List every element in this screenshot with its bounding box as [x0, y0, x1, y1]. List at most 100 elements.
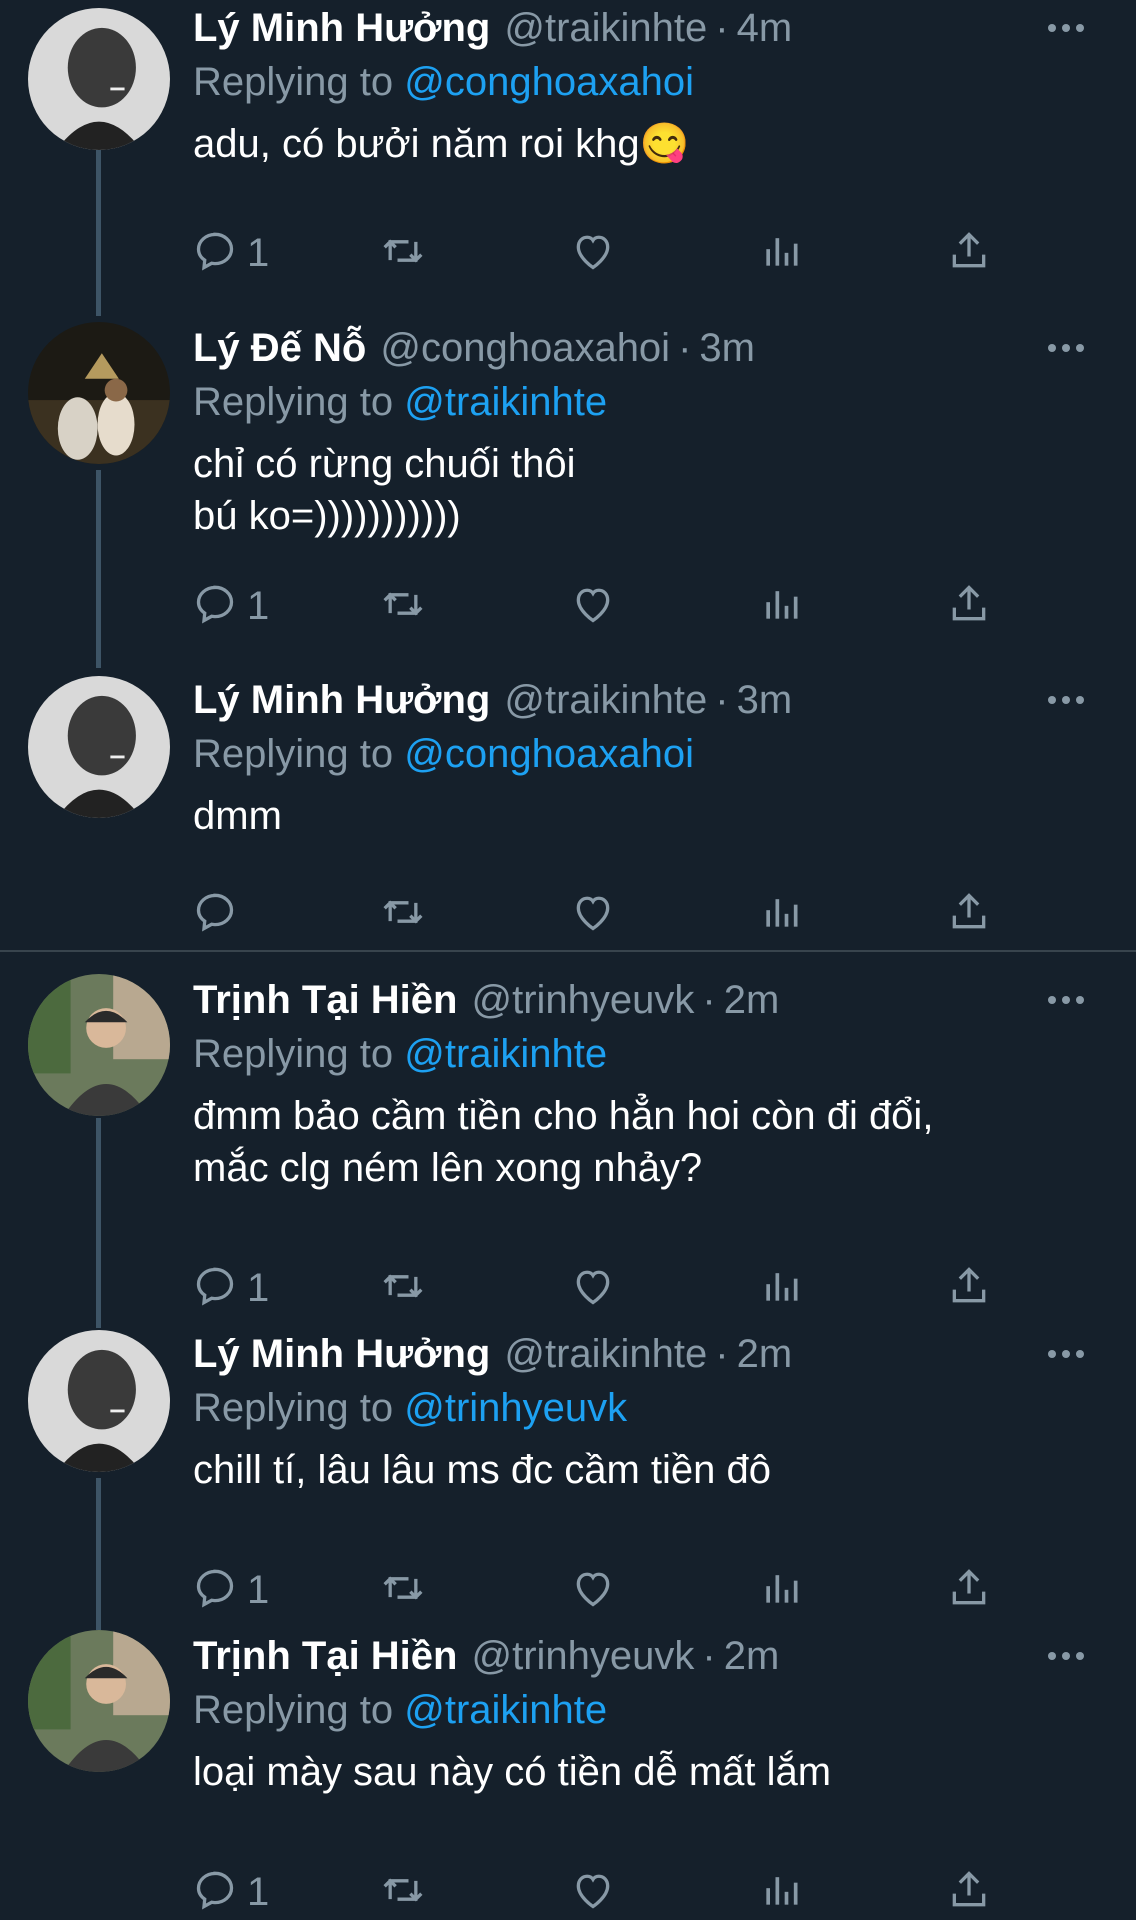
separator-dot: ·	[702, 977, 716, 1022]
share-button[interactable]	[947, 1562, 991, 1618]
heart-icon	[571, 890, 615, 939]
mention-link[interactable]: @traikinhte	[404, 1032, 607, 1076]
analytics-button[interactable]	[759, 886, 803, 942]
more-icon[interactable]	[1036, 1326, 1096, 1382]
reply-icon	[193, 890, 237, 939]
heart-icon	[571, 1868, 615, 1917]
mention-link[interactable]: @conghoaxahoi	[404, 732, 694, 776]
avatar[interactable]	[28, 676, 170, 818]
reply-button[interactable]	[193, 886, 247, 942]
avatar[interactable]	[28, 8, 170, 150]
analytics-button[interactable]	[759, 225, 803, 281]
retweet-button[interactable]	[381, 1864, 425, 1920]
conversation-separator	[0, 950, 1136, 952]
author-name[interactable]: Trịnh Tại Hiền	[193, 1634, 457, 1679]
more-icon[interactable]	[1036, 320, 1096, 376]
replying-label: Replying to	[193, 60, 394, 104]
retweet-button[interactable]	[381, 225, 425, 281]
retweet-icon	[381, 1264, 425, 1313]
mention-link[interactable]: @traikinhte	[404, 380, 607, 424]
replying-to: Replying to @trinhyeuvk	[193, 1382, 1096, 1434]
timestamp[interactable]: 4m	[737, 6, 793, 51]
mention-link[interactable]: @traikinhte	[404, 1688, 607, 1732]
author-handle[interactable]: @traikinhte	[504, 6, 707, 51]
more-icon[interactable]	[1036, 0, 1096, 56]
analytics-button[interactable]	[759, 1864, 803, 1920]
more-icon[interactable]	[1036, 972, 1096, 1028]
reply-button[interactable]: 1	[193, 1864, 269, 1920]
author-name[interactable]: Lý Minh Hưởng	[193, 678, 490, 723]
author-name[interactable]: Lý Minh Hưởng	[193, 6, 490, 51]
reply-icon	[193, 1868, 237, 1917]
analytics-icon	[759, 1264, 803, 1313]
avatar[interactable]	[28, 974, 170, 1116]
like-button[interactable]	[571, 886, 615, 942]
replying-label: Replying to	[193, 380, 394, 424]
more-icon[interactable]	[1036, 672, 1096, 728]
tweet-text: loại mày sau này có tiền dễ mất lắm	[193, 1750, 832, 1794]
share-button[interactable]	[947, 1260, 991, 1316]
heart-icon	[571, 582, 615, 631]
mention-link[interactable]: @trinhyeuvk	[404, 1386, 627, 1430]
like-button[interactable]	[571, 1260, 615, 1316]
author-handle[interactable]: @trinhyeuvk	[471, 1634, 694, 1679]
like-button[interactable]	[571, 225, 615, 281]
analytics-icon	[759, 1566, 803, 1615]
reply-icon	[193, 1264, 237, 1313]
analytics-button[interactable]	[759, 1260, 803, 1316]
author-handle[interactable]: @traikinhte	[504, 678, 707, 723]
reply-button[interactable]: 1	[193, 578, 269, 634]
reply-button[interactable]: 1	[193, 225, 269, 281]
share-button[interactable]	[947, 1864, 991, 1920]
avatar[interactable]	[28, 322, 170, 464]
share-button[interactable]	[947, 578, 991, 634]
share-icon	[947, 229, 991, 278]
tweet-text: adu, có bưởi năm roi khg😋	[193, 122, 690, 166]
heart-icon	[571, 1566, 615, 1615]
timestamp[interactable]: 2m	[737, 1332, 793, 1377]
timestamp[interactable]: 3m	[737, 678, 793, 723]
more-icon[interactable]	[1036, 1628, 1096, 1684]
retweet-button[interactable]	[381, 1562, 425, 1618]
retweet-button[interactable]	[381, 886, 425, 942]
tweet-text: chill tí, lâu lâu ms đc cầm tiền đô	[193, 1448, 772, 1492]
replying-label: Replying to	[193, 1688, 394, 1732]
analytics-icon	[759, 229, 803, 278]
author-handle[interactable]: @trinhyeuvk	[471, 978, 694, 1023]
author-name[interactable]: Lý Minh Hưởng	[193, 1332, 490, 1377]
analytics-button[interactable]	[759, 578, 803, 634]
reply-icon	[193, 229, 237, 278]
reply-count: 1	[247, 1567, 270, 1612]
reply-icon	[193, 1566, 237, 1615]
retweet-icon	[381, 1566, 425, 1615]
timestamp[interactable]: 2m	[724, 1634, 780, 1679]
separator-dot: ·	[715, 5, 729, 50]
share-icon	[947, 582, 991, 631]
share-button[interactable]	[947, 225, 991, 281]
like-button[interactable]	[571, 1864, 615, 1920]
share-icon	[947, 1868, 991, 1917]
replying-to: Replying to @traikinhte	[193, 376, 1096, 428]
author-handle[interactable]: @conghoaxahoi	[380, 326, 670, 371]
author-handle[interactable]: @traikinhte	[504, 1332, 707, 1377]
timestamp[interactable]: 2m	[724, 978, 780, 1023]
reply-count: 1	[247, 1869, 270, 1914]
reply-button[interactable]: 1	[193, 1260, 269, 1316]
reply-icon	[193, 582, 237, 631]
like-button[interactable]	[571, 578, 615, 634]
reply-button[interactable]: 1	[193, 1562, 269, 1618]
avatar[interactable]	[28, 1630, 170, 1772]
like-button[interactable]	[571, 1562, 615, 1618]
retweet-button[interactable]	[381, 578, 425, 634]
analytics-icon	[759, 582, 803, 631]
avatar[interactable]	[28, 1330, 170, 1472]
analytics-button[interactable]	[759, 1562, 803, 1618]
share-button[interactable]	[947, 886, 991, 942]
retweet-button[interactable]	[381, 1260, 425, 1316]
timestamp[interactable]: 3m	[699, 326, 755, 371]
retweet-icon	[381, 890, 425, 939]
author-name[interactable]: Lý Đế Nỗ	[193, 326, 366, 371]
mention-link[interactable]: @conghoaxahoi	[404, 60, 694, 104]
author-name[interactable]: Trịnh Tại Hiền	[193, 978, 457, 1023]
share-icon	[947, 1566, 991, 1615]
